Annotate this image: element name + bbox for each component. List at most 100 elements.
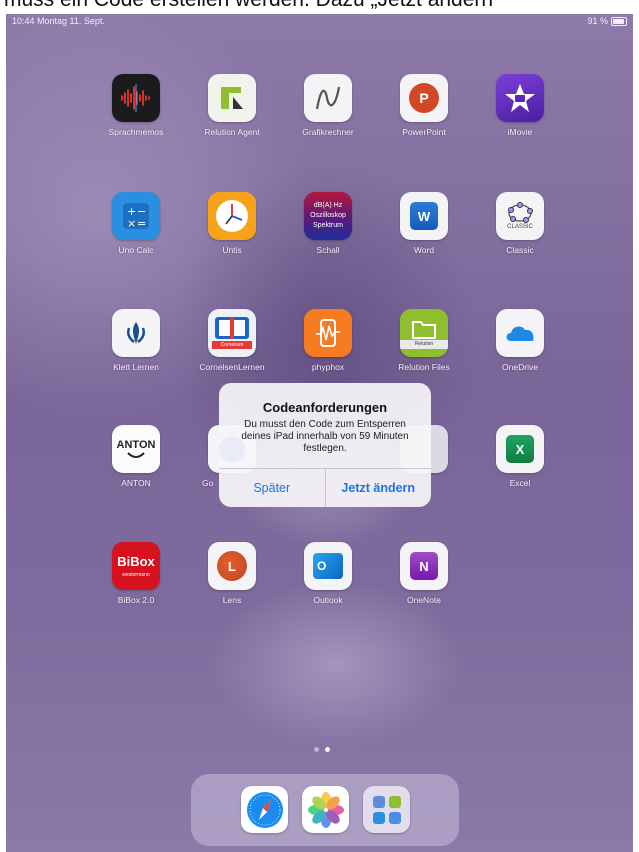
app-classic[interactable]: CLASSIC Classic (480, 192, 560, 255)
classic-glyph: CLASSIC (507, 224, 533, 230)
app-bibox[interactable]: BiBox westermann BiBox 2.0 (96, 542, 176, 605)
app-untis[interactable]: Untis (192, 192, 272, 255)
app-onenote[interactable]: N OneNote (384, 542, 464, 605)
app-label: Sprachmemos (108, 127, 164, 137)
app-onedrive[interactable]: OneDrive (480, 309, 560, 372)
powerpoint-glyph: P (419, 90, 429, 106)
onenote-icon: N (400, 542, 448, 590)
anton-icon: ANTON (112, 425, 160, 473)
geogebra-classic-icon: CLASSIC (496, 192, 544, 240)
caption-text: muss ein Code erstellen werden. Dazu „Je… (4, 0, 500, 12)
bibox-icon: BiBox westermann (112, 542, 160, 590)
page-dot[interactable] (314, 747, 319, 752)
phyphox-icon (304, 309, 352, 357)
status-time-date: 10:44 Montag 11. Sept. (12, 16, 105, 26)
status-battery: 91 % (587, 16, 627, 26)
app-outlook[interactable]: O Outlook (288, 542, 368, 605)
app-label: OneNote (406, 595, 442, 605)
app-grafikrechner[interactable]: Grafikrechner (288, 74, 368, 137)
alert-message: Du musst den Code zum Entsperren deines … (241, 419, 409, 454)
onedrive-icon (496, 309, 544, 357)
alert-button-row: Später Jetzt ändern (219, 468, 431, 507)
bibox-glyph: BiBox (117, 554, 155, 569)
app-label: Relution Agent (204, 127, 260, 137)
app-label: ANTON (121, 478, 151, 488)
svg-text:=: = (137, 217, 146, 230)
caption-strip: muss ein Code erstellen werden. Dazu „Je… (0, 0, 639, 14)
app-excel[interactable]: X Excel (480, 425, 560, 488)
app-label: Word (413, 245, 435, 255)
app-label: Grafikrechner (302, 127, 354, 137)
bibox-sub: westermann (122, 572, 150, 578)
relution-agent-icon (208, 74, 256, 122)
app-label: Excel (509, 478, 531, 488)
imovie-icon (496, 74, 544, 122)
excel-glyph: X (515, 441, 525, 457)
page-indicator[interactable] (314, 747, 330, 752)
graphing-calculator-icon (304, 74, 352, 122)
app-label: CornelsenLernen (199, 362, 265, 372)
app-label: Klett Lernen (113, 362, 159, 372)
clock-icon (208, 192, 256, 240)
outlook-icon: O (304, 542, 352, 590)
app-word[interactable]: W Word (384, 192, 464, 255)
app-phyphox[interactable]: phyphox (288, 309, 368, 372)
relution-files-icon: Relution (400, 309, 448, 357)
app-label: Relution Files (398, 362, 450, 372)
cornelsen-icon: Cornelsen (208, 309, 256, 357)
powerpoint-icon: P (400, 74, 448, 122)
photos-icon[interactable] (302, 786, 349, 833)
app-label: BiBox 2.0 (117, 595, 155, 605)
calculator-icon: + − × = (112, 192, 160, 240)
app-label: Classic (506, 245, 534, 255)
change-now-button[interactable]: Jetzt ändern (324, 469, 432, 507)
lens-glyph: L (228, 558, 236, 574)
app-klett-lernen[interactable]: Klett Lernen (96, 309, 176, 372)
page-dot-active[interactable] (325, 747, 330, 752)
word-icon: W (400, 192, 448, 240)
app-label: phyphox (311, 362, 345, 372)
app-label: Lens (222, 595, 242, 605)
excel-icon: X (496, 425, 544, 473)
app-schall[interactable]: dB(A) Hz Oszilloskop Spektrum Schall (288, 192, 368, 255)
safari-icon[interactable] (241, 786, 288, 833)
alert-title: Codeanforderungen (262, 400, 388, 415)
app-label: iMovie (507, 127, 533, 137)
schall-line-2: Oszilloskop (310, 212, 346, 219)
app-relution-files[interactable]: Relution Relution Files (384, 309, 464, 372)
passcode-alert-dialog: Codeanforderungen Du musst den Code zum … (219, 383, 431, 507)
app-relution-agent[interactable]: Relution Agent (192, 74, 272, 137)
app-label: Untis (222, 245, 242, 255)
app-label: OneDrive (502, 362, 538, 372)
app-sprachmemos[interactable]: Sprachmemos (96, 74, 176, 137)
battery-icon (611, 16, 627, 26)
app-cornelsen-lernen[interactable]: Cornelsen CornelsenLernen (192, 309, 272, 372)
app-powerpoint[interactable]: P PowerPoint (384, 74, 464, 137)
anton-glyph: ANTON (116, 439, 156, 451)
later-button[interactable]: Später (219, 469, 325, 507)
onenote-glyph: N (419, 558, 429, 574)
app-label: Schall (316, 245, 340, 255)
dock (191, 774, 459, 846)
app-library-icon[interactable] (363, 786, 410, 833)
app-anton[interactable]: ANTON ANTON (96, 425, 176, 488)
app-label: PowerPoint (402, 127, 446, 137)
schall-icon: dB(A) Hz Oszilloskop Spektrum (304, 192, 352, 240)
svg-text:×: × (127, 217, 136, 230)
office-lens-icon: L (208, 542, 256, 590)
battery-percent: 91 % (587, 16, 608, 26)
cornelsen-glyph: Cornelsen (212, 341, 252, 349)
ipad-home-screen: 10:44 Montag 11. Sept. 91 % Sprachmemos … (6, 14, 633, 852)
app-label: Uno Calc (118, 245, 154, 255)
app-imovie[interactable]: iMovie (480, 74, 560, 137)
voice-memos-icon (112, 74, 160, 122)
app-uno-calc[interactable]: + − × = Uno Calc (96, 192, 176, 255)
outlook-glyph: O (317, 559, 327, 573)
schall-line-3: Spektrum (313, 222, 343, 229)
app-label: Outlook (313, 595, 343, 605)
klett-icon (112, 309, 160, 357)
word-glyph: W (417, 208, 431, 224)
app-lens[interactable]: L Lens (192, 542, 272, 605)
relution-glyph: Relution (400, 339, 448, 349)
schall-line-1: dB(A) Hz (313, 202, 343, 209)
